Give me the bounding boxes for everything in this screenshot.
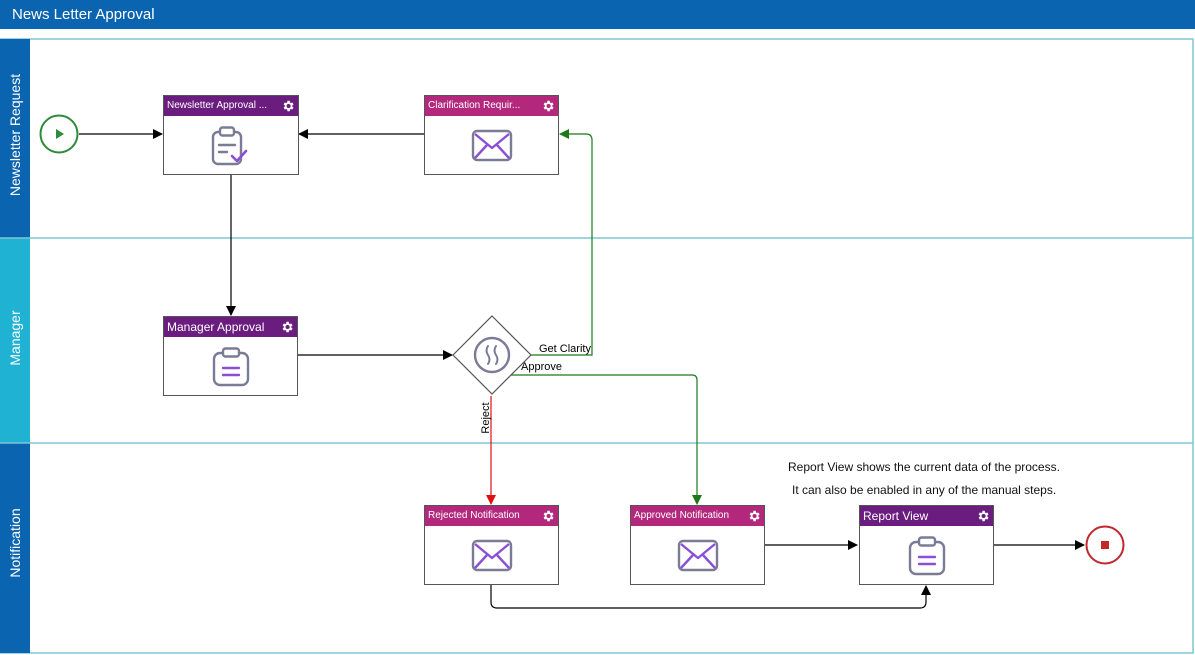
gear-icon[interactable] (747, 509, 761, 523)
gear-icon[interactable] (541, 509, 555, 523)
task-header: Rejected Notification (425, 506, 558, 526)
label-get-clarity: Get Clarity (539, 343, 591, 355)
flow-rejected-to-report-view[interactable] (490, 585, 931, 609)
note-line-1: Report View shows the current data of th… (788, 460, 1060, 474)
task-newsletter-approval[interactable]: Newsletter Approval ... (163, 95, 299, 175)
clipboard-icon (212, 347, 249, 387)
task-header: Clarification Requir... (425, 96, 558, 116)
task-manager-approval[interactable]: Manager Approval (163, 316, 298, 396)
task-clarification-required[interactable]: Clarification Requir... (424, 95, 559, 175)
label-reject: Reject (480, 402, 492, 434)
task-approved-notification[interactable]: Approved Notification (630, 505, 765, 585)
flow-approve[interactable] (492, 374, 702, 505)
task-report-view[interactable]: Report View (859, 505, 994, 585)
envelope-icon (471, 539, 512, 572)
label-approve: Approve (521, 361, 562, 373)
stop-icon (1101, 541, 1109, 549)
gear-icon[interactable] (280, 320, 294, 334)
gear-icon[interactable] (976, 509, 990, 523)
task-rejected-notification[interactable]: Rejected Notification (424, 505, 559, 585)
task-header: Manager Approval (164, 317, 297, 337)
task-header: Approved Notification (631, 506, 764, 526)
clipboard-icon (908, 536, 945, 576)
end-event[interactable] (1085, 525, 1125, 565)
start-event[interactable] (39, 114, 79, 154)
gear-icon[interactable] (541, 99, 555, 113)
task-header: Report View (860, 506, 993, 526)
envelope-icon (471, 129, 512, 162)
task-header: Newsletter Approval ... (164, 96, 298, 116)
clipboard-check-icon (211, 126, 248, 166)
gear-icon[interactable] (281, 99, 295, 113)
envelope-icon (677, 539, 718, 572)
gateway-manager-decision[interactable] (452, 315, 532, 395)
note-line-2: It can also be enabled in any of the man… (792, 483, 1057, 497)
